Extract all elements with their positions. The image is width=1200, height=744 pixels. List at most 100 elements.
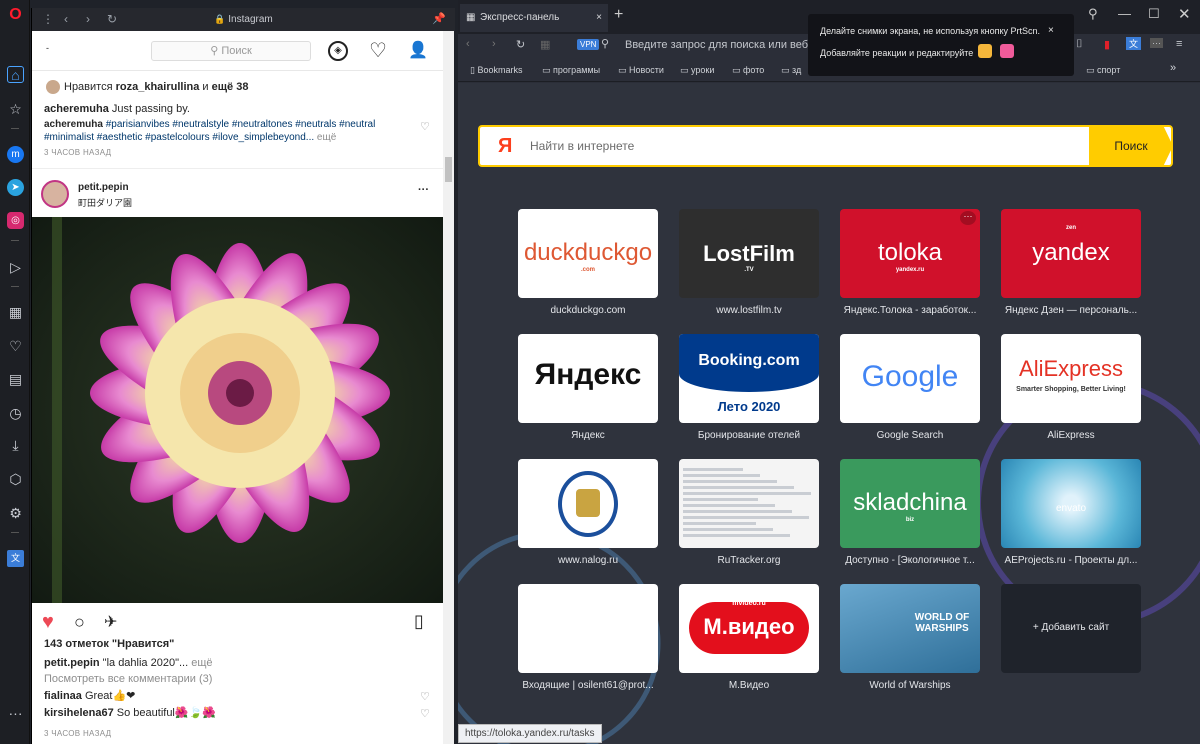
tile-label[interactable]: Входящие | osilent61@prot... [508, 680, 668, 691]
post-username[interactable]: petit.pepin [78, 182, 129, 193]
camera-icon[interactable]: ⌷ [1076, 38, 1083, 51]
star-icon[interactable]: ☆ [7, 100, 24, 117]
post-photo[interactable] [32, 217, 444, 603]
tile-label[interactable]: www.nalog.ru [508, 555, 668, 566]
bookmark-item[interactable]: ▭ Новости [618, 65, 664, 76]
comment-icon[interactable]: ○ [74, 612, 85, 633]
tile-label[interactable]: Яндекс Дзен — персональ... [991, 305, 1151, 316]
tile-label[interactable]: Google Search [830, 430, 990, 441]
yandex-search-box[interactable]: Я Найти в интернете Поиск [478, 125, 1173, 167]
tile-google[interactable]: Google [840, 334, 980, 423]
tile-label[interactable]: Яндекс [508, 430, 668, 441]
activity-heart-icon[interactable]: ♡ [368, 41, 388, 61]
likes-count[interactable]: 143 отметок "Нравится" [44, 638, 174, 650]
translate-icon[interactable]: 文 [1126, 37, 1142, 50]
maximize-icon[interactable]: ☐ [1148, 6, 1160, 22]
new-tab-icon[interactable]: + [614, 6, 623, 24]
menu-icon[interactable]: ≡ [1176, 38, 1182, 50]
tile-sub-text: mvideo.ru [732, 600, 766, 607]
tile-label[interactable]: RuTracker.org [669, 555, 829, 566]
more-icon[interactable]: ··· [7, 704, 24, 721]
address-input[interactable]: Введите запрос для поиска или веб-ад [625, 39, 824, 51]
bookmark-item[interactable]: ▯ Bookmarks [470, 65, 522, 76]
grid-icon[interactable]: ▦ [540, 38, 550, 51]
tile-options-icon[interactable]: ··· [960, 211, 976, 225]
explore-icon[interactable]: ◈ [328, 41, 348, 61]
tile-label[interactable]: www.lostfilm.tv [669, 305, 829, 316]
tile-nalog[interactable] [518, 459, 658, 548]
history-icon[interactable]: ◷ [7, 404, 24, 421]
tile-aeprojects[interactable]: envato [1001, 459, 1141, 548]
like-comment-icon[interactable]: ♡ [420, 690, 430, 703]
bookmark-item[interactable]: ▭ фото [732, 65, 764, 76]
tile-label[interactable]: Бронирование отелей [669, 430, 829, 441]
like-comment-icon[interactable]: ♡ [420, 707, 430, 720]
like-heart-icon[interactable]: ♥ [42, 611, 54, 634]
bookmark-item[interactable]: ▭ спорт [1086, 65, 1120, 76]
tile-wot[interactable]: WORLD OF WARSHIPS [840, 584, 980, 673]
profile-icon[interactable]: 👤 [408, 41, 428, 61]
tile-skladchina[interactable]: skladchina biz [840, 459, 980, 548]
tile-duckduckgo[interactable]: duckduckgo .com [518, 209, 658, 298]
vpn-badge[interactable]: VPN [577, 39, 600, 50]
view-all-comments[interactable]: Посмотреть все комментарии (3) [44, 673, 212, 685]
share-icon[interactable]: ✈ [104, 612, 117, 632]
bookmark-item[interactable]: ▭ программы [542, 65, 600, 76]
tile-sub-text: Лето 2020 [717, 399, 781, 414]
close-tab-icon[interactable]: × [596, 4, 602, 32]
tile-yandex[interactable]: Яндекс [518, 334, 658, 423]
scrollbar[interactable] [443, 31, 454, 744]
apps-icon[interactable]: ▦ [7, 303, 24, 320]
tile-rutracker[interactable] [679, 459, 819, 548]
close-notification-icon[interactable]: × [1048, 25, 1054, 36]
like-comment-icon[interactable]: ♡ [420, 120, 430, 133]
more-bookmarks-icon[interactable]: » [1170, 62, 1176, 74]
tile-toloka[interactable]: toloka yandex.ru ··· [840, 209, 980, 298]
back-icon[interactable]: ‹ [466, 38, 470, 50]
tile-add-site[interactable]: + Добавить сайт [1001, 584, 1141, 673]
tile-mvideo[interactable]: М.видео mvideo.ru [679, 584, 819, 673]
forward-icon[interactable]: › [492, 38, 496, 50]
tile-label[interactable]: AliExpress [991, 430, 1151, 441]
search-button[interactable]: Поиск [1089, 125, 1173, 167]
instagram-icon[interactable]: ◎ [7, 212, 24, 229]
extensions-icon[interactable]: ··· [1150, 38, 1163, 48]
tile-label[interactable]: duckduckgo.com [508, 305, 668, 316]
bookmark-item[interactable]: ▭ зд [781, 65, 801, 76]
close-window-icon[interactable]: ✕ [1178, 5, 1191, 23]
tile-lostfilm[interactable]: LostFilm .TV [679, 209, 819, 298]
bookmark-flag-icon[interactable]: ▮ [1104, 38, 1110, 51]
search-tabs-icon[interactable]: ⚲ [1088, 6, 1098, 22]
news-icon[interactable]: ▤ [7, 370, 24, 387]
tile-aliexpress[interactable]: AliExpress Smarter Shopping, Better Livin… [1001, 334, 1141, 423]
tile-label[interactable]: AEProjects.ru - Проекты дл... [991, 555, 1151, 566]
send-icon[interactable]: ▷ [7, 258, 24, 275]
more-options-icon[interactable]: ··· [418, 184, 429, 196]
pin-icon[interactable]: 📌 [432, 12, 446, 25]
home-icon[interactable]: ⌂ [7, 66, 24, 83]
cube-icon[interactable]: ⬡ [7, 470, 24, 487]
post-location[interactable]: 町田ダリア園 [78, 196, 132, 209]
search-input[interactable]: ⚲ Поиск [151, 41, 311, 61]
tile-label[interactable]: Доступно - [Экологичное т... [830, 555, 990, 566]
opera-logo-icon[interactable]: O [7, 6, 24, 23]
header-arrow[interactable]: - [46, 43, 49, 53]
bookmark-item[interactable]: ▭ уроки [680, 65, 714, 76]
avatar[interactable] [41, 180, 69, 208]
minimize-icon[interactable]: — [1118, 6, 1131, 21]
reload-icon[interactable]: ↻ [516, 38, 525, 51]
tile-label[interactable]: Яндекс.Толока - заработок... [830, 305, 990, 316]
translate-icon[interactable]: 文 [7, 550, 24, 567]
tile-yandex-zen[interactable]: yandex zen [1001, 209, 1141, 298]
bookmark-icon[interactable]: ▯ [414, 611, 424, 632]
tile-label[interactable]: М.Видео [669, 680, 829, 691]
telegram-icon[interactable]: ➤ [7, 179, 24, 196]
download-icon[interactable]: ⤓ [7, 436, 24, 453]
tab-speed-dial[interactable]: ▦ Экспресс-панель × [460, 4, 608, 32]
heart-icon[interactable]: ♡ [7, 337, 24, 354]
tile-mail[interactable] [518, 584, 658, 673]
settings-icon[interactable]: ⚙ [7, 504, 24, 521]
tile-label[interactable]: World of Warships [830, 680, 990, 691]
messenger-icon[interactable]: m [7, 146, 24, 163]
tile-booking[interactable]: Booking.com Лето 2020 [679, 334, 819, 423]
